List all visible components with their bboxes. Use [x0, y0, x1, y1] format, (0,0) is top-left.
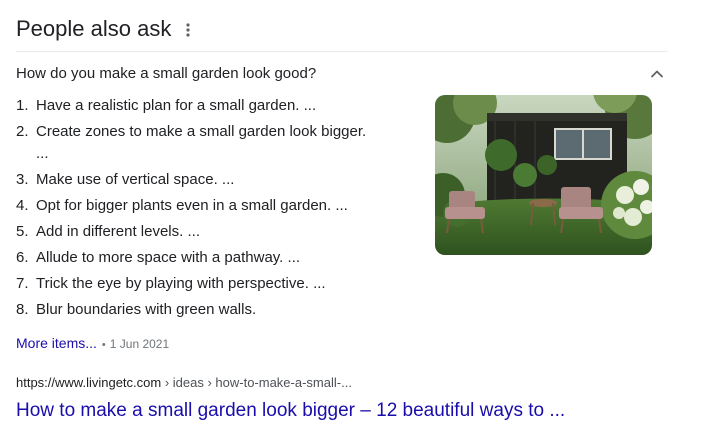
list-item: 2. Create zones to make a small garden l… — [16, 119, 416, 167]
more-items-row: More items... • 1 Jun 2021 — [16, 333, 169, 353]
source-breadcrumb: › ideas › how-to-make-a-small-... — [161, 375, 352, 390]
list-item: 3. Make use of vertical space. ... — [16, 167, 416, 193]
list-item-number: 2. — [16, 123, 29, 140]
people-also-ask-header: People also ask — [16, 13, 668, 51]
list-item-number: 6. — [16, 249, 29, 266]
list-item: 4. Opt for bigger plants even in a small… — [16, 193, 416, 219]
list-item-text: Create zones to make a small garden look… — [36, 123, 367, 140]
list-item-text: Add in different levels. ... — [36, 223, 200, 240]
list-item-number: 1. — [16, 97, 29, 114]
list-item-number: 4. — [16, 197, 29, 214]
list-item: 1. Have a realistic plan for a small gar… — [16, 93, 416, 119]
list-item-text: Trick the eye by playing with perspectiv… — [36, 275, 326, 292]
list-item: 8. Blur boundaries with green walls. — [16, 297, 416, 323]
source-url[interactable]: https://www.livingetc.com › ideas › how-… — [16, 373, 352, 393]
list-item-number: 3. — [16, 171, 29, 188]
list-item-text: Allude to more space with a pathway. ... — [36, 249, 301, 266]
list-item-number: 7. — [16, 275, 29, 292]
list-item-text: Have a realistic plan for a small garden… — [36, 97, 317, 114]
list-item: 7. Trick the eye by playing with perspec… — [16, 271, 416, 297]
list-item-text: Make use of vertical space. ... — [36, 171, 235, 188]
result-title-link[interactable]: How to make a small garden look bigger –… — [16, 398, 565, 424]
list-item-text: Blur boundaries with green walls. — [36, 301, 257, 318]
separator-dot: • — [101, 339, 106, 351]
chevron-up-icon[interactable] — [650, 67, 664, 81]
answer-list: 1. Have a realistic plan for a small gar… — [16, 93, 416, 323]
list-item-text-wrapper: Create zones to make a small garden look… — [36, 119, 416, 167]
more-items-link[interactable]: More items... — [16, 335, 97, 351]
list-item: 5. Add in different levels. ... — [16, 219, 416, 245]
answer-date: 1 Jun 2021 — [109, 337, 170, 351]
more-vert-icon[interactable] — [182, 22, 194, 38]
list-item-number: 5. — [16, 223, 29, 240]
source-domain: https://www.livingetc.com — [16, 375, 162, 390]
list-item-number: 8. — [16, 301, 29, 318]
divider — [16, 51, 668, 52]
section-title: People also ask — [16, 16, 172, 41]
list-item: 6. Allude to more space with a pathway. … — [16, 245, 416, 271]
question-toggle[interactable]: How do you make a small garden look good… — [16, 61, 668, 87]
list-item-text: Opt for bigger plants even in a small ga… — [36, 197, 348, 214]
question-text: How do you make a small garden look good… — [16, 65, 317, 82]
list-item-continuation: ... — [36, 145, 49, 162]
garden-thumbnail-image[interactable] — [435, 95, 652, 255]
